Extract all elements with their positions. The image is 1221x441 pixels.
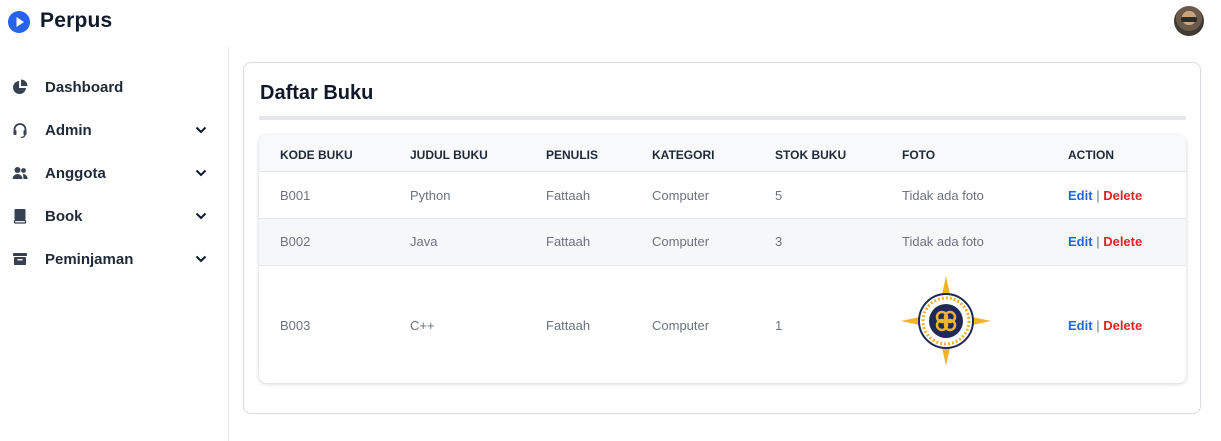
cell-stok: 5 — [775, 188, 783, 203]
sidebar-item-admin[interactable]: Admin — [0, 115, 229, 145]
avatar[interactable] — [1174, 6, 1204, 36]
top-bar: Perpus — [0, 0, 1221, 46]
column-header: PENULIS — [546, 148, 599, 162]
books-table: KODE BUKU JUDUL BUKU PENULIS KATEGORI ST… — [259, 135, 1186, 383]
sidebar-item-label: Book — [45, 208, 83, 225]
sidebar-item-label: Anggota — [45, 165, 106, 182]
sidebar: Dashboard Admin Anggota Book Peminjaman — [0, 47, 229, 441]
cell-penulis: Fattaah — [546, 234, 591, 249]
delete-link[interactable]: Delete — [1103, 234, 1142, 249]
users-icon — [12, 167, 28, 179]
action-separator: | — [1096, 234, 1100, 249]
edit-link[interactable]: Edit — [1068, 234, 1093, 249]
table-row: B001 Python Fattaah Computer 5 Tidak ada… — [259, 171, 1186, 218]
row-actions: Edit | Delete — [1068, 318, 1142, 333]
cell-kode: B001 — [280, 188, 311, 203]
column-header: ACTION — [1068, 148, 1114, 162]
column-header: KATEGORI — [652, 148, 715, 162]
page-title: Daftar Buku — [260, 82, 374, 104]
pie-chart-icon — [13, 79, 28, 94]
sidebar-item-label: Admin — [45, 122, 92, 139]
cell-foto: Tidak ada foto — [902, 234, 984, 249]
edit-link[interactable]: Edit — [1068, 188, 1093, 203]
cell-penulis: Fattaah — [546, 188, 591, 203]
cell-judul: Java — [410, 234, 438, 249]
sidebar-item-book[interactable]: Book — [0, 201, 229, 231]
headset-icon — [13, 123, 27, 138]
row-actions: Edit | Delete — [1068, 234, 1142, 249]
chevron-down-icon[interactable] — [194, 252, 208, 266]
sidebar-item-label: Peminjaman — [45, 251, 134, 268]
table-row: B003 C++ Fattaah Computer 1 Edit | Delet… — [259, 265, 1186, 383]
sidebar-item-anggota[interactable]: Anggota — [0, 158, 229, 188]
cell-kategori: Computer — [652, 318, 710, 333]
cell-penulis: Fattaah — [546, 318, 591, 333]
edit-link[interactable]: Edit — [1068, 318, 1093, 333]
column-header: STOK BUKU — [775, 148, 847, 162]
cell-kode: B003 — [280, 318, 311, 333]
book-photo-seal-icon — [901, 276, 991, 366]
cell-kode: B002 — [280, 234, 311, 249]
chevron-down-icon[interactable] — [194, 166, 208, 180]
sidebar-item-label: Dashboard — [45, 79, 124, 96]
cell-judul: C++ — [410, 318, 435, 333]
cell-kategori: Computer — [652, 234, 710, 249]
cell-stok: 1 — [775, 318, 783, 333]
table-row: B002 Java Fattaah Computer 3 Tidak ada f… — [259, 218, 1186, 265]
chevron-down-icon[interactable] — [194, 123, 208, 137]
inbox-icon — [13, 253, 27, 265]
chevron-down-icon[interactable] — [194, 209, 208, 223]
delete-link[interactable]: Delete — [1103, 188, 1142, 203]
column-header: KODE BUKU — [280, 148, 353, 162]
play-logo-icon[interactable] — [8, 11, 30, 33]
delete-link[interactable]: Delete — [1103, 318, 1142, 333]
cell-foto: Tidak ada foto — [902, 188, 984, 203]
cell-kategori: Computer — [652, 188, 710, 203]
row-actions: Edit | Delete — [1068, 188, 1142, 203]
cell-stok: 3 — [775, 234, 783, 249]
divider — [259, 116, 1186, 120]
column-header: FOTO — [902, 148, 936, 162]
action-separator: | — [1096, 188, 1100, 203]
sidebar-item-dashboard[interactable]: Dashboard — [0, 72, 229, 102]
action-separator: | — [1096, 318, 1100, 333]
table-header: KODE BUKU JUDUL BUKU PENULIS KATEGORI ST… — [259, 135, 1186, 171]
book-icon — [13, 209, 27, 224]
brand-name[interactable]: Perpus — [40, 9, 112, 33]
sidebar-item-peminjaman[interactable]: Peminjaman — [0, 244, 229, 274]
cell-judul: Python — [410, 188, 451, 203]
column-header: JUDUL BUKU — [410, 148, 488, 162]
